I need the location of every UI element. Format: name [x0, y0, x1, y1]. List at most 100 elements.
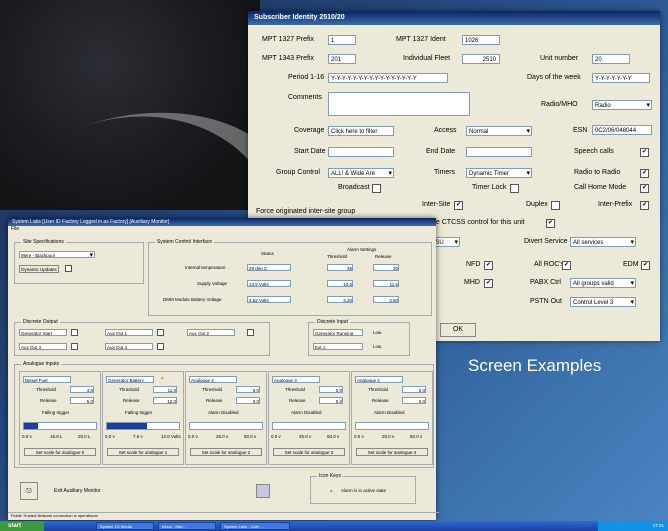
mpt1343-prefix-field[interactable]: 201: [328, 54, 356, 64]
nfd-checkbox[interactable]: ✔: [484, 261, 493, 270]
mpt1343-prefix-label: MPT 1343 Prefix: [262, 55, 315, 62]
analogue-name[interactable]: Analogue 2: [189, 376, 237, 383]
days-field[interactable]: Y-Y-Y-Y-Y-Y-Y: [592, 73, 650, 83]
mhd-checkbox[interactable]: ✔: [484, 279, 493, 288]
output-checkbox[interactable]: [157, 329, 164, 336]
ctcss-checkbox[interactable]: ✔: [546, 219, 555, 228]
scale-max: 50.0 v: [410, 434, 423, 439]
mpt1327-ident-field[interactable]: 1026: [462, 35, 500, 45]
settings-icon[interactable]: [256, 484, 270, 498]
analogue-threshold[interactable]: 0.0: [319, 386, 343, 393]
analogue-threshold[interactable]: 4.0: [70, 386, 94, 393]
divert-service-select[interactable]: All services: [570, 237, 636, 247]
inter-site-checkbox[interactable]: ✔: [454, 201, 463, 210]
radio-to-radio-checkbox[interactable]: ✔: [640, 169, 649, 178]
discrete-output-title: Discrete Output: [21, 319, 60, 325]
dynamic-updates-checkbox[interactable]: [65, 265, 72, 272]
start-button[interactable]: start: [0, 521, 44, 531]
set-scale-button[interactable]: Set scale for analogue 1: [107, 448, 179, 456]
unit-number-field[interactable]: 20: [592, 54, 630, 64]
output-checkbox[interactable]: [71, 329, 78, 336]
set-scale-button[interactable]: Set scale for analogue 3: [273, 448, 345, 456]
duplex-checkbox[interactable]: [551, 201, 560, 210]
analogue-threshold[interactable]: 0.0: [236, 386, 260, 393]
force-originated-label: Force originated inter-site group: [256, 208, 356, 215]
timers-select[interactable]: Dynamic Timer: [466, 168, 532, 178]
analogue-threshold[interactable]: 11.0: [153, 386, 177, 393]
output-checkbox[interactable]: [247, 329, 254, 336]
ok-button[interactable]: OK: [440, 323, 476, 337]
timers-label: Timers: [434, 169, 456, 176]
analogue-panel: Diesel Fuel Threshold 4.0 Release 5.0 Falling…: [19, 371, 101, 465]
analogue-release[interactable]: 5.0: [70, 397, 94, 404]
radio-select[interactable]: Radio: [592, 100, 652, 110]
inter-prefix-checkbox[interactable]: ✔: [640, 201, 649, 210]
analogue-name[interactable]: Diesel Fuel: [23, 376, 71, 383]
set-scale-button[interactable]: Set scale for analogue 2: [190, 448, 262, 456]
row-label: Supply Voltage: [197, 281, 228, 286]
set-scale-button[interactable]: Set scale for analogue 0: [24, 448, 96, 456]
inter-site-label: Inter-Site: [422, 201, 451, 208]
speech-calls-checkbox[interactable]: ✔: [640, 148, 649, 157]
indiv-fleet-field[interactable]: 2510: [462, 54, 500, 64]
analogue-name[interactable]: Analogue 3: [272, 376, 320, 383]
access-label: Access: [434, 127, 457, 134]
input-state: Low: [373, 344, 382, 349]
days-label: Days of the week: [527, 74, 581, 81]
menu-file[interactable]: File: [8, 226, 436, 232]
output-field: Aux Out 4: [105, 343, 153, 350]
status-bar: Fiddle Trusted Network connection is ope…: [8, 512, 439, 520]
discrete-input-title: Discrete Input: [315, 319, 350, 325]
taskbar-item[interactable]: System Labs - User ...: [220, 522, 290, 530]
pabx-select[interactable]: All groups valid: [570, 278, 636, 288]
esn-field[interactable]: 0C2/06/048044: [592, 125, 652, 135]
row-threshold[interactable]: 35: [327, 264, 353, 271]
analogue-level-bar: [23, 422, 97, 430]
mhd-label: MHD: [464, 279, 480, 286]
analogue-release[interactable]: 0.0: [402, 397, 426, 404]
system-control-group: System Control Interface Status Alarm Se…: [148, 239, 432, 316]
period-field[interactable]: Y-Y-Y-Y-Y-Y-Y-Y-Y-Y-Y-Y-Y-Y-Y-Y: [328, 73, 448, 83]
analogue-release[interactable]: 0.0: [236, 397, 260, 404]
duplex-label: Duplex: [526, 201, 548, 208]
call-home-checkbox[interactable]: ✔: [640, 184, 649, 193]
analogue-level-bar: [189, 422, 263, 430]
group-control-select[interactable]: ALL! & Wide Are: [328, 168, 394, 178]
exit-door-icon[interactable]: ⎋: [20, 482, 38, 500]
end-date-field[interactable]: [466, 147, 532, 157]
release-label: Release: [123, 398, 140, 403]
release-label: Release: [40, 398, 57, 403]
comments-field[interactable]: [328, 92, 470, 116]
scale-mid: 7.6 v: [133, 434, 143, 439]
analogue-threshold[interactable]: 0.0: [402, 386, 426, 393]
set-scale-button[interactable]: Set scale for analogue 4: [356, 448, 428, 456]
analogue-panel: Generator Battery Threshold 11.0 Release 12.…: [102, 371, 184, 465]
taskbar-item[interactable]: System 1G Media: [96, 522, 154, 530]
pstn-select[interactable]: Control Level 3: [570, 297, 636, 307]
speech-calls-label: Speech calls: [574, 148, 614, 155]
row-release[interactable]: 30: [373, 264, 399, 271]
start-date-field[interactable]: [328, 147, 394, 157]
edm-checkbox[interactable]: ✔: [641, 261, 650, 270]
timer-lock-checkbox[interactable]: [510, 184, 519, 193]
row-release[interactable]: 11.6: [373, 280, 399, 287]
row-threshold[interactable]: 3.20: [327, 296, 353, 303]
row-threshold[interactable]: 10.5: [327, 280, 353, 287]
analogue-release[interactable]: 12.0: [153, 397, 177, 404]
output-checkbox[interactable]: [71, 343, 78, 350]
coverage-field[interactable]: Click here to filter: [328, 126, 394, 136]
radio-label: Radio/MHO: [541, 101, 578, 108]
analogue-release[interactable]: 0.0: [319, 397, 343, 404]
output-checkbox[interactable]: [157, 343, 164, 350]
taskbar-item[interactable]: Inbox - Micr...: [158, 522, 216, 530]
analogue-name[interactable]: Analogue 4: [355, 376, 403, 383]
analogue-name[interactable]: Generator Battery: [106, 376, 154, 383]
site-select[interactable]: Mere - Blackpool: [19, 251, 95, 258]
row-release[interactable]: 3.50: [373, 296, 399, 303]
access-select[interactable]: Normal: [466, 126, 532, 136]
broadcast-checkbox[interactable]: [372, 184, 381, 193]
scale-min: 0.0 v: [188, 434, 198, 439]
system-tray-clock: 17:21: [598, 521, 668, 531]
all-rocs-checkbox[interactable]: ✔: [562, 261, 571, 270]
mpt1327-prefix-field[interactable]: 1: [328, 35, 356, 45]
